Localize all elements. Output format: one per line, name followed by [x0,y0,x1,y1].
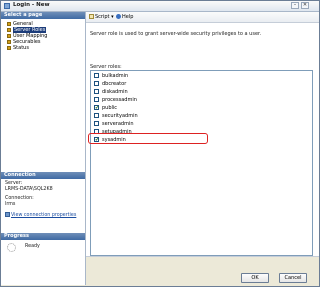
sysadmin-highlight-annotation [88,133,208,144]
role-checkbox[interactable] [94,81,99,86]
role-securityadmin[interactable]: securityadmin [94,112,138,120]
login-icon [4,3,10,9]
close-button[interactable]: ✕ [301,2,309,9]
role-checkbox[interactable] [94,121,99,126]
role-diskadmin[interactable]: diskadmin [94,88,128,96]
cancel-button[interactable]: Cancel [279,273,307,283]
toolbar: Script ▾ Help [86,12,319,23]
role-checkbox[interactable] [94,97,99,102]
role-serveradmin[interactable]: serveradmin [94,120,134,128]
connection-value: lrms [5,202,16,207]
role-bulkadmin[interactable]: bulkadmin [94,72,128,80]
page-icon [7,45,11,50]
role-checkbox[interactable] [94,113,99,118]
server-roles-list[interactable]: bulkadmin dbcreator diskadmin processadm… [90,70,313,256]
role-public[interactable]: ✔ public [94,104,117,112]
page-icon [7,33,11,38]
role-processadmin[interactable]: processadmin [94,96,137,104]
view-connection-properties[interactable]: View connection properties [5,212,76,219]
help-icon [116,14,121,19]
minimize-button[interactable]: – [291,2,299,9]
select-page-header: Select a page [1,12,85,19]
progress-spinner-icon [7,243,16,252]
page-icon [7,27,11,32]
main-pane: Script ▾ Help Server role is used to gra… [86,12,319,286]
page-icon [7,39,11,44]
progress-status: Ready [25,244,40,249]
ok-button[interactable]: OK [241,273,269,283]
left-pane: Select a page General Server Roles User … [1,12,86,285]
window-title: Login - New [13,2,50,8]
script-icon [89,14,94,19]
roles-description: Server role is used to grant server-wide… [90,31,262,37]
page-icon [7,21,11,26]
page-item-status[interactable]: Status [7,45,29,51]
view-connection-properties-link[interactable]: View connection properties [11,213,76,218]
help-button[interactable]: Help [116,14,133,20]
progress-header: Progress [1,233,85,240]
script-button[interactable]: Script ▾ [89,14,114,20]
properties-icon [5,212,10,217]
server-value: LRMS-DATA\SQL2K8 [5,187,53,192]
role-dbcreator[interactable]: dbcreator [94,80,126,88]
login-new-dialog: Login - New – ✕ Select a page General Se… [0,0,320,287]
role-checkbox[interactable] [94,89,99,94]
connection-header: Connection [1,172,85,179]
title-bar: Login - New – ✕ [1,1,319,12]
role-checkbox-checked[interactable]: ✔ [94,105,99,111]
role-checkbox[interactable] [94,73,99,78]
